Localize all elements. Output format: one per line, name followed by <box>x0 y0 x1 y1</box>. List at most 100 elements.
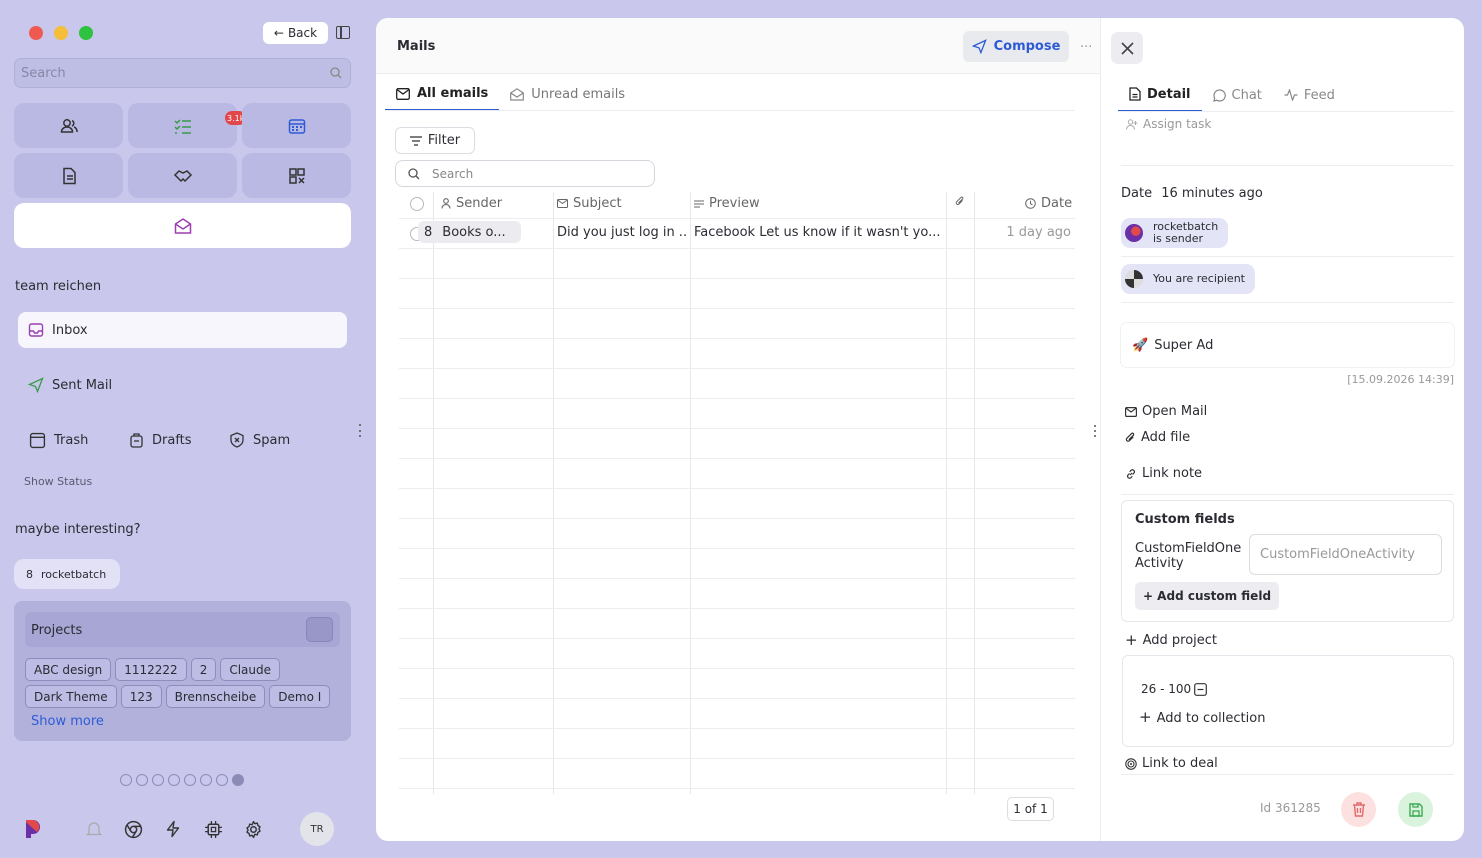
close-window-button[interactable] <box>29 26 43 40</box>
collection-range-label: 26 - 100 <box>1141 682 1192 696</box>
save-button[interactable] <box>1398 792 1433 827</box>
sender-chip[interactable]: 8 Books o... <box>418 221 521 243</box>
column-header-subject[interactable]: Subject <box>557 196 622 211</box>
page-dot[interactable] <box>184 774 196 786</box>
open-mail-button[interactable]: Open Mail <box>1125 404 1207 419</box>
show-status-link[interactable]: Show Status <box>24 475 92 488</box>
sidebar-item-drafts[interactable]: Drafts <box>129 432 192 448</box>
select-all-checkbox[interactable] <box>410 197 424 211</box>
page-dot[interactable] <box>200 774 212 786</box>
project-tag[interactable]: 2 <box>190 658 217 681</box>
minimize-window-button[interactable] <box>54 26 68 40</box>
tile-documents[interactable] <box>14 153 123 198</box>
tab-label: Detail <box>1147 86 1191 102</box>
resize-handle-icon[interactable] <box>1094 425 1097 437</box>
tab-feed[interactable]: Feed <box>1273 78 1346 112</box>
tile-mail[interactable] <box>14 203 351 248</box>
sidebar-item-trash[interactable]: Trash <box>29 432 88 449</box>
minus-square-icon[interactable] <box>1194 682 1208 696</box>
pagination[interactable]: 1 of 1 <box>1007 797 1054 821</box>
close-icon <box>1120 41 1134 55</box>
filter-icon <box>409 135 422 146</box>
user-chip[interactable]: 8 rocketbatch <box>14 559 120 589</box>
arrow-left-icon: ← <box>273 26 284 40</box>
tab-detail[interactable]: Detail <box>1118 78 1202 112</box>
gear-icon[interactable] <box>242 818 264 840</box>
chip-icon[interactable] <box>202 818 224 840</box>
close-button[interactable] <box>1111 32 1143 64</box>
main-panel: Mails Compose ··· All emails Unread emai… <box>376 18 1464 841</box>
sender-name: Books o... <box>442 224 506 240</box>
filter-button[interactable]: Filter <box>395 127 475 154</box>
paperclip-icon <box>955 196 964 205</box>
project-tag[interactable]: 123 <box>120 685 162 708</box>
sidebar-item-inbox[interactable]: Inbox <box>18 312 347 348</box>
tile-tasks[interactable]: 3.1k <box>128 103 247 148</box>
project-tag[interactable]: ABC design <box>25 658 112 681</box>
project-tag[interactable]: Dark Theme <box>25 685 117 708</box>
preview-cell: Facebook Let us know if it wasn't yo... <box>694 225 941 240</box>
bolt-icon[interactable] <box>162 818 184 840</box>
link-note-button[interactable]: Link note <box>1125 466 1202 481</box>
sender-pill-text: rocketbatch is sender <box>1153 221 1218 245</box>
show-more-link[interactable]: Show more <box>31 714 104 729</box>
tab-unread-emails[interactable]: Unread emails <box>499 78 636 111</box>
delete-button[interactable] <box>1341 792 1376 827</box>
column-header-date[interactable]: Date <box>1025 196 1072 211</box>
bell-icon[interactable] <box>83 818 105 840</box>
chrome-icon[interactable] <box>122 818 144 840</box>
page-dot-active[interactable] <box>232 774 244 786</box>
user-plus-icon <box>1126 118 1138 130</box>
paperclip-icon <box>1125 432 1135 442</box>
sidebar-item-spam[interactable]: Spam <box>229 432 290 448</box>
link-deal-button[interactable]: Link to deal <box>1125 756 1218 771</box>
compose-button[interactable]: Compose <box>963 31 1069 62</box>
tile-contacts[interactable] <box>14 103 123 148</box>
page-dot[interactable] <box>120 774 132 786</box>
custom-field-input[interactable]: CustomFieldOneActivity <box>1249 534 1442 575</box>
mail-search-input[interactable]: Search <box>395 160 655 187</box>
page-dot[interactable] <box>168 774 180 786</box>
maximize-window-button[interactable] <box>79 26 93 40</box>
add-custom-field-button[interactable]: + Add custom field <box>1135 582 1279 610</box>
sidebar-more-icon[interactable] <box>358 424 361 437</box>
project-tag[interactable]: Claude <box>220 658 280 681</box>
note-card[interactable]: 🚀 Super Ad <box>1121 323 1454 367</box>
back-button[interactable]: ← Back <box>263 22 328 44</box>
sidebar-toggle-icon[interactable] <box>336 26 350 39</box>
column-header-sender[interactable]: Sender <box>441 196 502 211</box>
tile-calendar[interactable] <box>242 103 351 148</box>
project-tag[interactable]: 1112222 <box>115 658 187 681</box>
tabs-divider <box>385 110 1075 111</box>
assign-task-button[interactable]: Assign task <box>1126 117 1211 131</box>
mail-table: Sender Subject Preview Date 8 Books o...… <box>399 192 1075 794</box>
tab-all-emails[interactable]: All emails <box>385 78 500 111</box>
trash-icon <box>29 432 46 449</box>
group-title-interesting: maybe interesting? <box>15 522 141 537</box>
sidebar-search-input[interactable]: Search <box>14 58 351 88</box>
sidebar-item-sent[interactable]: Sent Mail <box>28 377 112 393</box>
sender-pill[interactable]: rocketbatch is sender <box>1121 218 1229 248</box>
more-options-icon[interactable]: ··· <box>1080 40 1092 55</box>
tile-grid[interactable] <box>242 153 351 198</box>
column-header-preview[interactable]: Preview <box>694 196 760 211</box>
column-label: Preview <box>709 196 760 211</box>
page-dot[interactable] <box>216 774 228 786</box>
page-dot[interactable] <box>136 774 148 786</box>
recipient-pill[interactable]: You are recipient <box>1121 264 1255 294</box>
user-avatar[interactable]: TR <box>300 812 334 846</box>
add-file-button[interactable]: Add file <box>1125 430 1190 445</box>
divider <box>1121 256 1454 257</box>
date-value: 16 minutes ago <box>1161 186 1263 201</box>
tile-deals[interactable] <box>128 153 237 198</box>
column-header-attachment[interactable] <box>955 196 965 207</box>
project-tag[interactable]: Demo I <box>269 685 331 708</box>
record-id: Id 361285 <box>1260 801 1321 815</box>
page-dot[interactable] <box>152 774 164 786</box>
add-to-collection-button[interactable]: + Add to collection <box>1139 708 1265 726</box>
tab-chat[interactable]: Chat <box>1202 78 1273 112</box>
user-icon <box>441 198 451 209</box>
project-tag[interactable]: Brennscheibe <box>165 685 266 708</box>
add-project-button[interactable]: + Add project <box>1125 631 1217 649</box>
projects-search-button[interactable] <box>306 617 333 642</box>
